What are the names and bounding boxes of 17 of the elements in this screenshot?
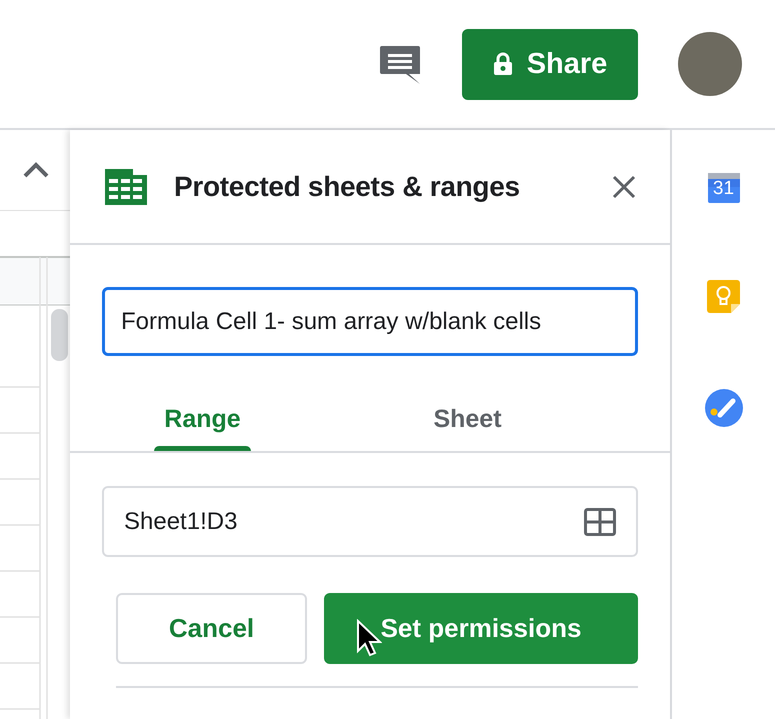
tab[interactable]: Range: [70, 387, 335, 451]
panel-title: Protected sheets & ranges: [174, 170, 521, 202]
tab[interactable]: Sheet: [335, 387, 600, 451]
calendar-icon[interactable]: 31: [706, 170, 740, 204]
share-button[interactable]: Share: [462, 28, 638, 100]
cursor-icon: [356, 619, 382, 657]
comment-icon[interactable]: [378, 44, 422, 84]
cancel-button[interactable]: Cancel: [116, 593, 307, 664]
lock-icon: [492, 52, 513, 76]
close-icon[interactable]: [612, 174, 636, 198]
chevron-up-icon[interactable]: [22, 161, 50, 179]
tasks-icon[interactable]: [704, 389, 742, 427]
spreadsheet-icon: [105, 168, 147, 204]
set-permissions-button[interactable]: Set permissions: [324, 593, 638, 664]
grid-icon[interactable]: [584, 508, 616, 536]
range-field[interactable]: Sheet1!D3: [102, 486, 638, 557]
description-field[interactable]: Formula Cell 1- sum array w/blank cells: [102, 287, 638, 356]
